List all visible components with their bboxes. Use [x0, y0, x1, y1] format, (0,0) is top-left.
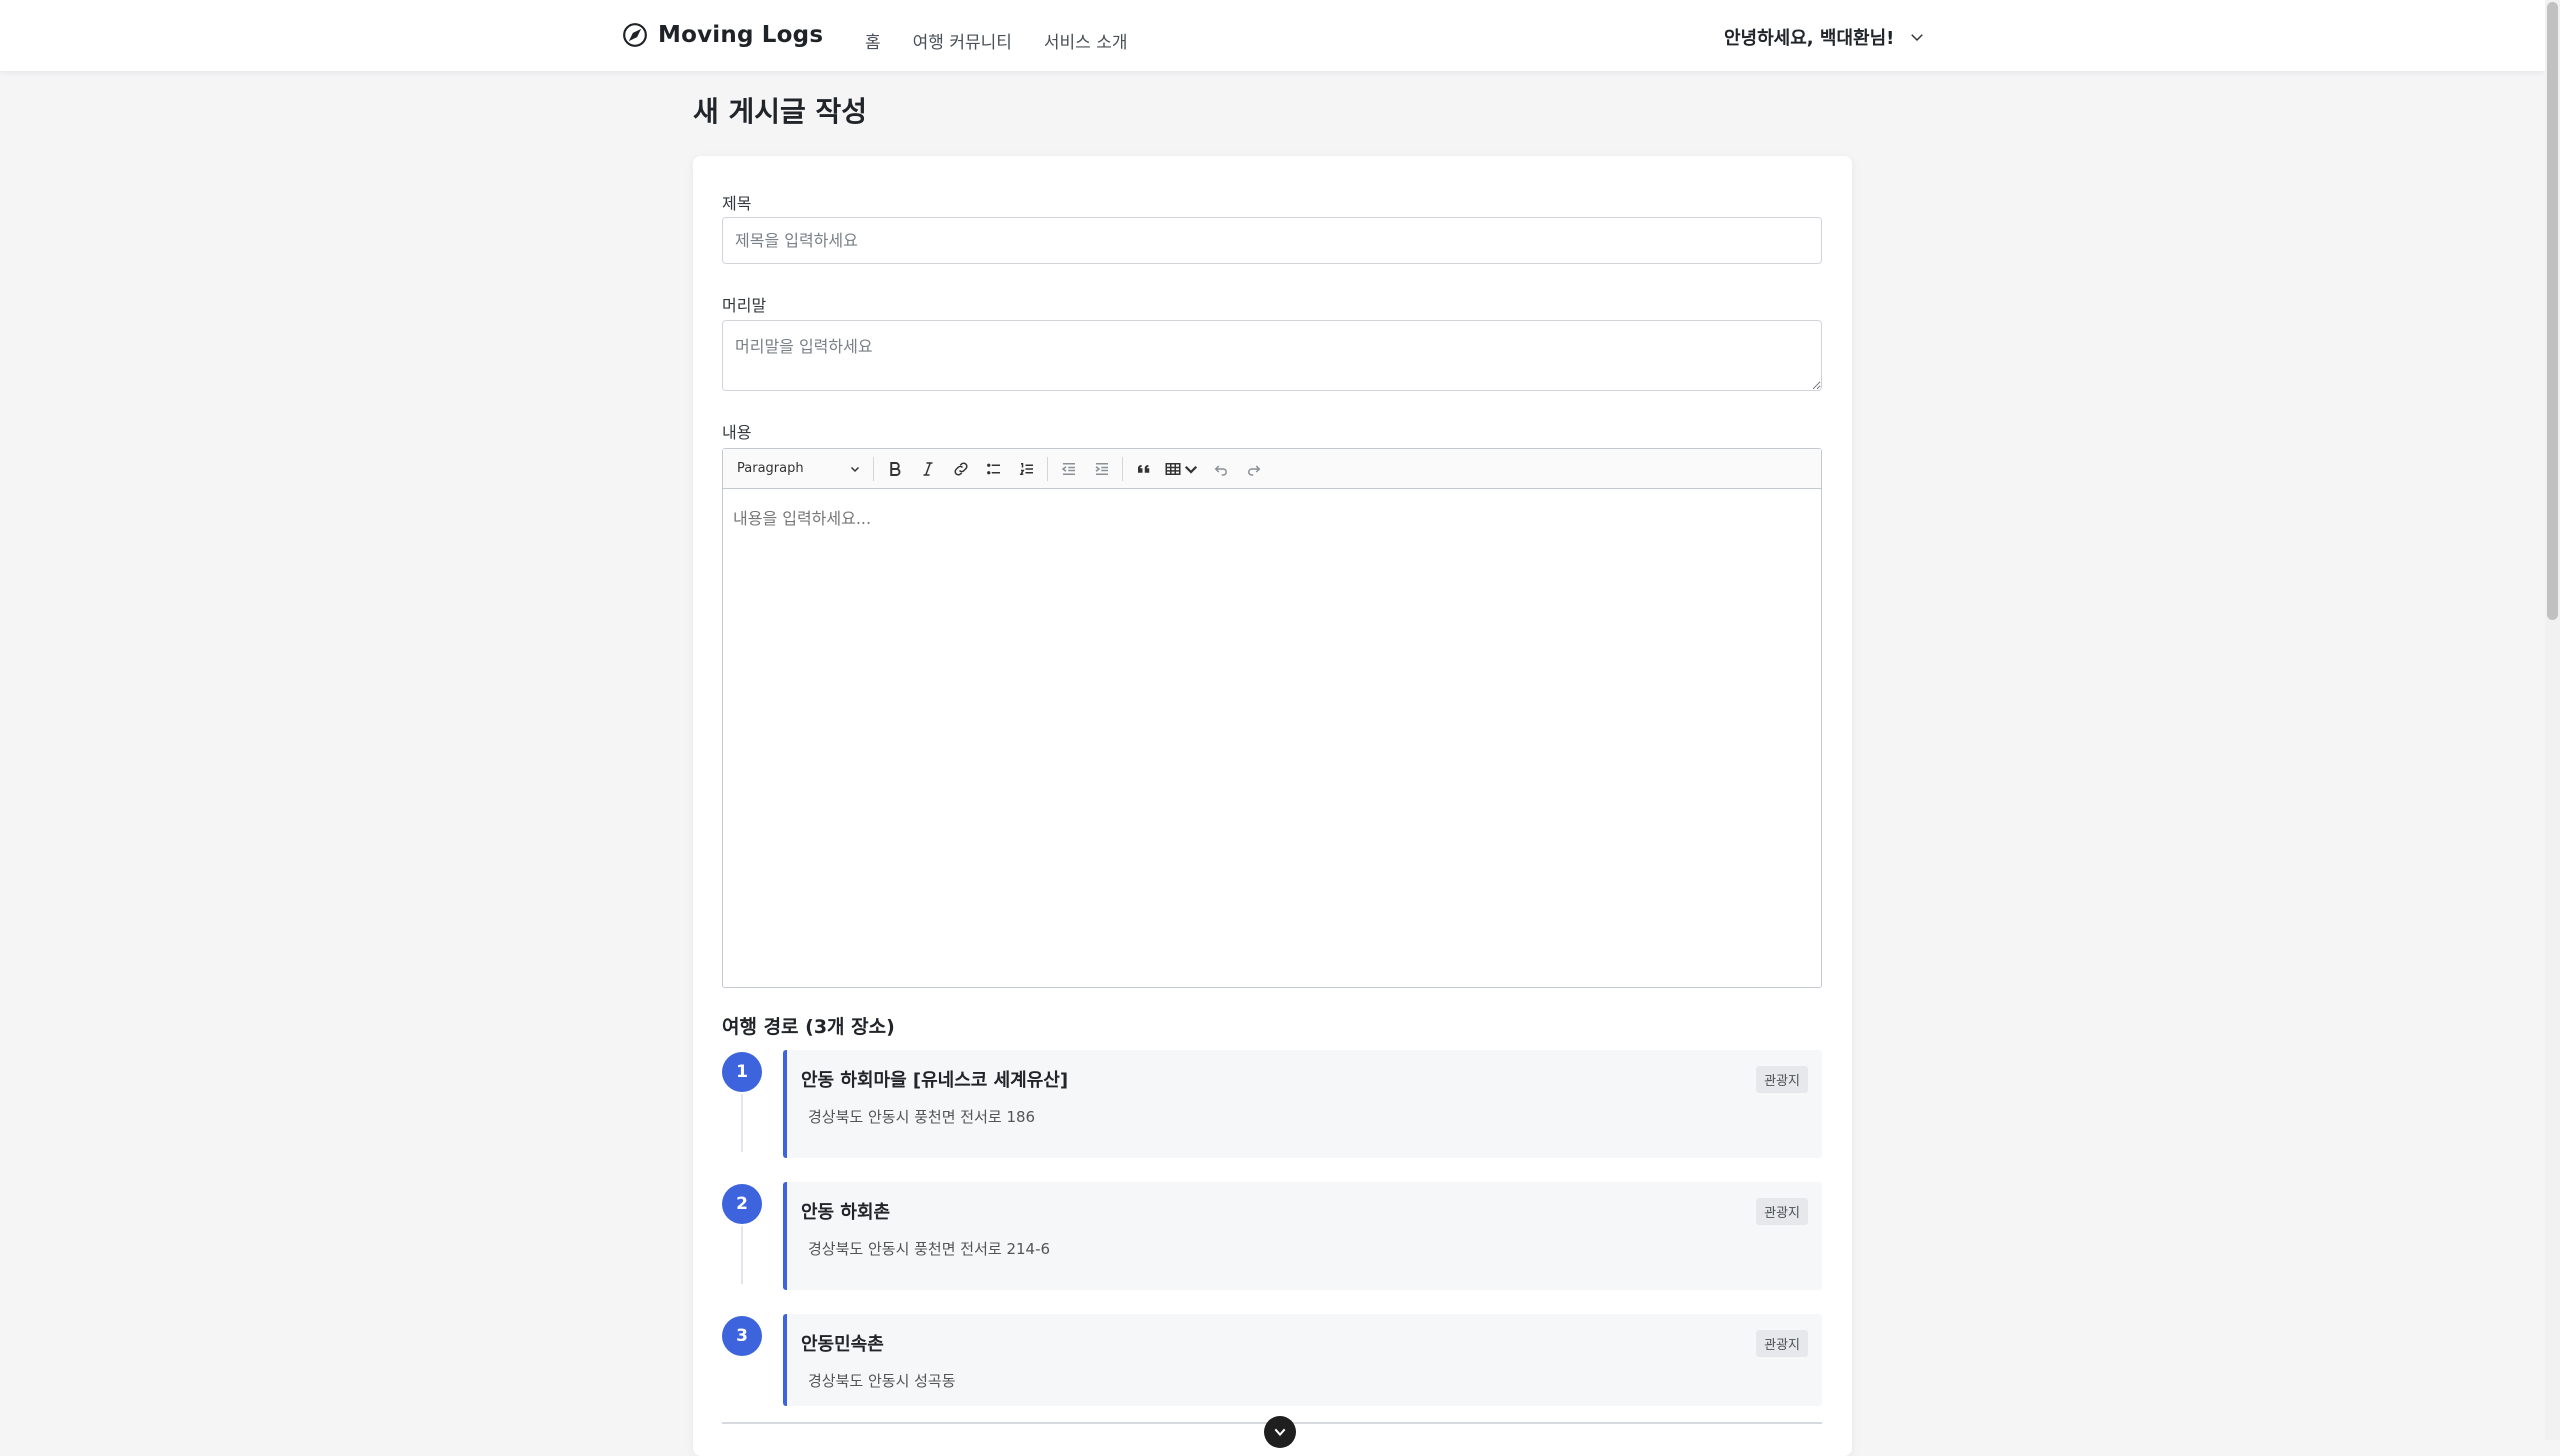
paragraph-style-label: Paragraph — [737, 461, 804, 476]
redo-button[interactable] — [1237, 454, 1270, 484]
chevron-down-icon — [1911, 34, 1924, 42]
blockquote-button[interactable] — [1127, 454, 1160, 484]
page-scrollbar[interactable] — [2545, 0, 2560, 1440]
bold-button[interactable] — [878, 454, 911, 484]
editor-toolbar: Paragraph — [723, 449, 1821, 489]
undo-icon — [1214, 464, 1227, 476]
chevron-down-icon — [1184, 465, 1198, 474]
route-place-name: 안동 하회마을 [유네스코 세계유산] — [801, 1070, 1069, 1091]
route-place-name: 안동 하회촌 — [801, 1202, 891, 1223]
toolbar-divider — [1122, 456, 1123, 481]
route-place-card[interactable]: 안동민속촌 경상북도 안동시 성곡동 관광지 — [783, 1314, 1822, 1406]
route-section-title: 여행 경로 (3개 장소) — [722, 1016, 895, 1038]
rich-text-editor: Paragraph 내용을 입력하세요... — [722, 448, 1822, 988]
nav-community[interactable]: 여행 커뮤니티 — [913, 28, 1012, 53]
route-item: 1 안동 하회마을 [유네스코 세계유산] 경상북도 안동시 풍천면 전서로 1… — [722, 1050, 1822, 1162]
route-connector-line — [741, 1094, 743, 1152]
route-step-number: 1 — [722, 1052, 762, 1092]
chevron-down-icon — [850, 466, 860, 472]
toolbar-divider — [1047, 456, 1048, 481]
italic-icon — [923, 461, 932, 476]
bulleted-list-button[interactable] — [977, 454, 1010, 484]
indent-icon — [1095, 462, 1108, 475]
title-input[interactable] — [722, 217, 1822, 264]
page-title: 새 게시글 작성 — [693, 95, 868, 128]
paragraph-style-select[interactable]: Paragraph — [729, 454, 869, 484]
intro-label: 머리말 — [722, 296, 767, 315]
scroll-thumb[interactable] — [2547, 2, 2558, 620]
link-button[interactable] — [944, 454, 977, 484]
route-connector-line — [741, 1226, 743, 1284]
scroll-down-button[interactable] — [1264, 1416, 1296, 1448]
route-item: 3 안동민속촌 경상북도 안동시 성곡동 관광지 — [722, 1314, 1822, 1426]
undo-button[interactable] — [1204, 454, 1237, 484]
category-badge: 관광지 — [1756, 1066, 1808, 1093]
route-place-name: 안동민속촌 — [801, 1334, 884, 1355]
user-greeting: 안녕하세요, 백대환님! — [1724, 28, 1895, 49]
brand-name: Moving Logs — [658, 22, 824, 48]
table-button[interactable] — [1160, 454, 1204, 484]
route-place-address: 경상북도 안동시 풍천면 전서로 186 — [808, 1108, 1036, 1126]
route-place-card[interactable]: 안동 하회촌 경상북도 안동시 풍천면 전서로 214-6 관광지 — [783, 1182, 1822, 1290]
link-icon — [953, 461, 968, 476]
user-menu[interactable]: 안녕하세요, 백대환님! — [1724, 24, 1926, 50]
category-badge: 관광지 — [1756, 1330, 1808, 1357]
compass-icon — [623, 23, 647, 47]
title-label: 제목 — [722, 194, 752, 213]
route-place-card[interactable]: 안동 하회마을 [유네스코 세계유산] 경상북도 안동시 풍천면 전서로 186… — [783, 1050, 1822, 1158]
outdent-button[interactable] — [1052, 454, 1085, 484]
nav-home[interactable]: 홈 — [865, 28, 881, 53]
bulleted-list-icon — [986, 463, 1000, 474]
numbered-list-button[interactable] — [1010, 454, 1043, 484]
bold-icon — [889, 461, 900, 476]
chevron-down-icon — [1274, 1428, 1286, 1437]
indent-button[interactable] — [1085, 454, 1118, 484]
top-navbar: Moving Logs 홈 여행 커뮤니티 서비스 소개 안녕하세요, 백대환님… — [0, 0, 2545, 71]
toolbar-divider — [873, 456, 874, 481]
route-place-address: 경상북도 안동시 풍천면 전서로 214-6 — [808, 1240, 1051, 1258]
italic-button[interactable] — [911, 454, 944, 484]
outdent-icon — [1061, 462, 1075, 475]
numbered-list-icon — [1019, 462, 1033, 475]
route-item: 2 안동 하회촌 경상북도 안동시 풍천면 전서로 214-6 관광지 — [722, 1182, 1822, 1294]
editor-placeholder: 내용을 입력하세요... — [733, 509, 872, 528]
route-step-number: 3 — [722, 1316, 762, 1356]
brand-logo[interactable]: Moving Logs — [622, 22, 823, 48]
editor-content-area[interactable]: 내용을 입력하세요... — [723, 489, 1821, 545]
content-label: 내용 — [722, 423, 752, 442]
main-nav: 홈 여행 커뮤니티 서비스 소개 — [865, 28, 1128, 53]
blockquote-icon — [1137, 464, 1149, 473]
nav-about[interactable]: 서비스 소개 — [1044, 28, 1128, 53]
category-badge: 관광지 — [1756, 1198, 1808, 1225]
redo-icon — [1247, 464, 1260, 476]
route-place-address: 경상북도 안동시 성곡동 — [808, 1372, 956, 1390]
route-step-number: 2 — [722, 1184, 762, 1224]
table-icon — [1165, 462, 1181, 475]
intro-textarea[interactable] — [722, 320, 1822, 391]
